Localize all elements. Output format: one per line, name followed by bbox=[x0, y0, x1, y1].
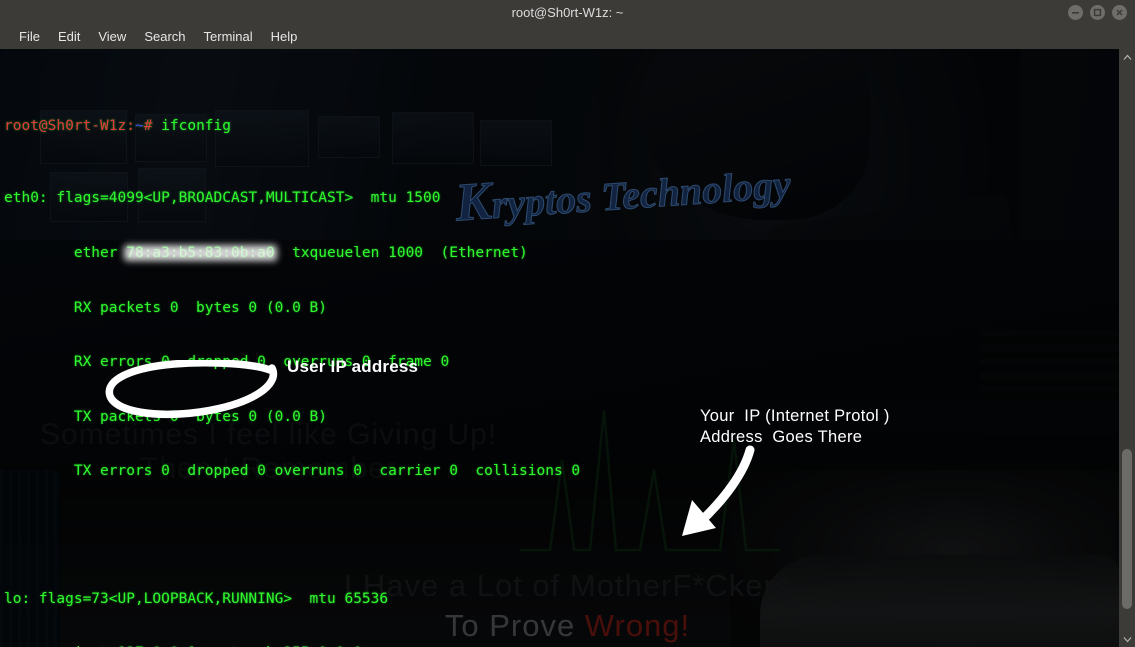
eth0-tx-errors: TX errors 0 dropped 0 overruns 0 carrier… bbox=[4, 463, 581, 480]
desktop-screen: Sometimes I feel like Giving Up! Then I … bbox=[0, 0, 1135, 647]
terminal-scrollbar[interactable] bbox=[1119, 49, 1135, 647]
prompt-user-host-1: root@Sh0rt-W1z bbox=[4, 117, 127, 134]
chevron-up-icon bbox=[1123, 54, 1131, 60]
prompt-separator-1: : bbox=[126, 117, 135, 134]
scrollbar-thumb[interactable] bbox=[1122, 449, 1132, 609]
menu-bar: File Edit View Search Terminal Help bbox=[0, 24, 1135, 49]
eth0-tx-packets: TX packets 0 bytes 0 (0.0 B) bbox=[4, 408, 328, 425]
eth0-rx-packets: RX packets 0 bytes 0 (0.0 B) bbox=[4, 299, 328, 316]
square-icon bbox=[1093, 8, 1102, 16]
eth0-ether-value-redacted: 78:a3:b5:83:0b:a0 bbox=[126, 245, 275, 261]
menu-item-terminal[interactable]: Terminal bbox=[195, 27, 262, 46]
window-title: root@Sh0rt-W1z: ~ bbox=[511, 4, 624, 20]
close-button[interactable] bbox=[1112, 4, 1127, 20]
scrollbar-down-arrow[interactable] bbox=[1119, 631, 1135, 647]
terminal-prompt-line-1: root@Sh0rt-W1z:~# ifconfig bbox=[4, 117, 1119, 135]
minimize-button[interactable] bbox=[1068, 4, 1083, 20]
menu-item-search[interactable]: Search bbox=[135, 27, 194, 46]
menu-item-help[interactable]: Help bbox=[262, 27, 307, 46]
menu-item-file[interactable]: File bbox=[10, 27, 49, 46]
terminal-output[interactable]: root@Sh0rt-W1z:~# ifconfig eth0: flags=4… bbox=[0, 49, 1119, 647]
window-controls bbox=[1068, 0, 1127, 24]
eth0-ether-suffix: txqueuelen 1000 (Ethernet) bbox=[274, 245, 528, 261]
close-icon bbox=[1116, 8, 1123, 16]
minus-icon bbox=[1072, 11, 1079, 14]
eth0-ether-prefix: ether bbox=[4, 245, 127, 261]
menu-item-view[interactable]: View bbox=[89, 27, 135, 46]
prompt-path-1: ~ bbox=[134, 117, 144, 134]
terminal-window: root@Sh0rt-W1z: ~ File Edit View Search … bbox=[0, 0, 1135, 647]
eth0-header: eth0: flags=4099<UP,BROADCAST,MULTICAST>… bbox=[4, 190, 441, 207]
terminal-command-1: ifconfig bbox=[161, 117, 231, 134]
chevron-down-icon bbox=[1123, 636, 1131, 642]
window-titlebar: root@Sh0rt-W1z: ~ bbox=[0, 0, 1135, 24]
eth0-rx-errors: RX errors 0 dropped 0 overruns 0 frame 0 bbox=[4, 354, 450, 371]
maximize-button[interactable] bbox=[1090, 4, 1105, 20]
scrollbar-up-arrow[interactable] bbox=[1119, 49, 1135, 65]
menu-item-edit[interactable]: Edit bbox=[49, 27, 89, 46]
eth0-ether-line: ether 78:a3:b5:83:0b:a0 txqueuelen 1000 … bbox=[4, 244, 1119, 262]
lo-header: lo: flags=73<UP,LOOPBACK,RUNNING> mtu 65… bbox=[4, 590, 389, 607]
